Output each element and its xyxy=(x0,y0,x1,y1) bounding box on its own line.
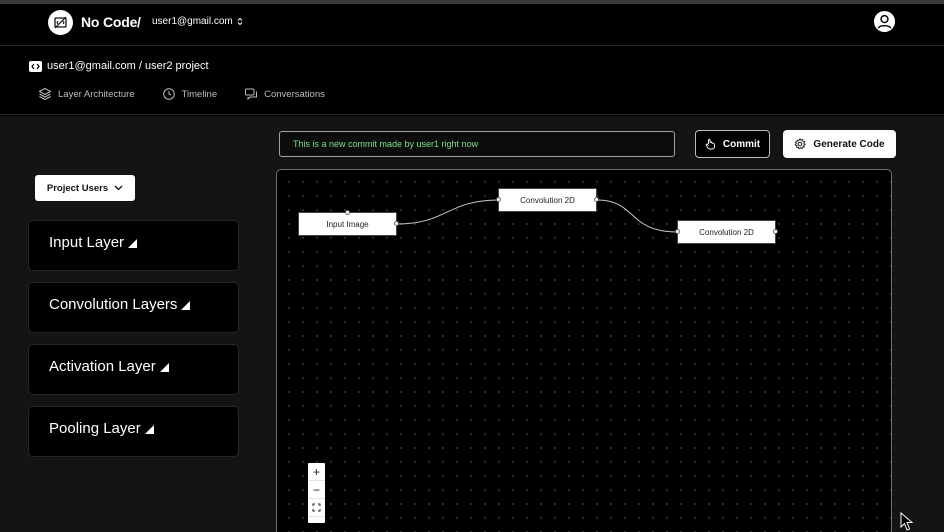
project-users-label: Project Users xyxy=(46,182,109,194)
fit-view-icon xyxy=(312,503,321,512)
expand-triangle-icon xyxy=(181,301,191,310)
plus-icon: + xyxy=(312,464,320,479)
mouse-cursor-icon xyxy=(900,512,914,531)
no-code-logo-icon[interactable] xyxy=(48,10,73,35)
tab-bar: Layer Architecture Timeline Conversation… xyxy=(38,87,325,101)
expand-triangle-icon xyxy=(159,363,169,372)
layer-card-label: Input Layer xyxy=(49,234,138,251)
zoom-in-button[interactable]: + xyxy=(308,463,325,481)
layer-card-convolution[interactable]: Convolution Layers xyxy=(28,282,239,333)
lock-button[interactable] xyxy=(308,517,325,523)
tab-conversations[interactable]: Conversations xyxy=(244,87,325,101)
layers-icon xyxy=(38,87,52,101)
hand-pointer-icon xyxy=(705,138,715,150)
user-avatar-icon[interactable] xyxy=(873,10,896,33)
gear-icon xyxy=(794,138,807,150)
layer-card-activation[interactable]: Activation Layer xyxy=(28,344,239,395)
node-label: Convolution 2D xyxy=(699,227,754,237)
flow-node-input-image[interactable]: Input Image xyxy=(298,210,399,236)
commit-message-input[interactable] xyxy=(279,131,675,157)
layer-card-label: Activation Layer xyxy=(49,358,169,375)
commit-button[interactable]: Commit xyxy=(695,130,770,158)
layer-card-label: Convolution Layers xyxy=(49,296,191,313)
expand-triangle-icon xyxy=(128,239,138,248)
breadcrumb-text[interactable]: user1@gmail.com / user2 project xyxy=(47,60,209,72)
chevron-updown-icon xyxy=(237,17,243,26)
app-title: No Code xyxy=(81,14,138,30)
chevron-down-icon xyxy=(114,185,123,191)
title-separator: / xyxy=(137,14,141,30)
project-header: user1@gmail.com / user2 project Layer Ar… xyxy=(0,47,944,115)
generate-code-button[interactable]: Generate Code xyxy=(783,130,896,158)
commit-label: Commit xyxy=(722,138,761,150)
flow-node-convolution-2d[interactable]: Convolution 2D xyxy=(496,188,599,212)
tab-layer-architecture[interactable]: Layer Architecture xyxy=(38,87,135,101)
layer-card-label: Pooling Layer xyxy=(49,420,154,437)
node-label: Convolution 2D xyxy=(520,195,575,205)
workspace: Project Users Input Layer Convolution La… xyxy=(0,116,944,532)
fit-view-button[interactable] xyxy=(308,499,325,517)
zoom-out-button[interactable]: − xyxy=(308,481,325,499)
breadcrumb: user1@gmail.com / user2 project xyxy=(29,60,209,72)
app-header: No Code / user1@gmail.com xyxy=(0,4,944,46)
flow-node-convolution-2d[interactable]: Convolution 2D xyxy=(675,220,778,244)
edge-conv1-conv2 xyxy=(596,199,679,233)
code-icon xyxy=(29,60,42,72)
tab-label: Conversations xyxy=(264,88,325,100)
tab-label: Timeline xyxy=(181,88,218,100)
account-email: user1@gmail.com xyxy=(152,16,233,27)
node-label: Input Image xyxy=(326,219,369,229)
project-users-dropdown[interactable]: Project Users xyxy=(35,175,135,201)
layer-card-input[interactable]: Input Layer xyxy=(28,220,239,271)
account-switcher[interactable]: user1@gmail.com xyxy=(152,16,243,27)
generate-code-label: Generate Code xyxy=(813,138,885,150)
clock-icon xyxy=(162,88,175,100)
flow-controls: + − xyxy=(308,463,325,523)
node-handle-right[interactable] xyxy=(773,229,778,234)
minus-icon: − xyxy=(312,482,320,497)
flow-canvas[interactable]: Input Image Convolution 2D Convolution 2… xyxy=(276,169,892,532)
layer-card-pooling[interactable]: Pooling Layer xyxy=(28,406,239,457)
tab-timeline[interactable]: Timeline xyxy=(162,87,218,101)
node-handle-right[interactable] xyxy=(594,197,599,202)
node-handle-right[interactable] xyxy=(394,221,399,226)
node-handle-top[interactable] xyxy=(344,210,350,215)
node-handle-left[interactable] xyxy=(496,197,501,202)
tab-label: Layer Architecture xyxy=(58,88,135,100)
node-handle-left[interactable] xyxy=(675,229,680,234)
chat-icon xyxy=(245,88,258,101)
expand-triangle-icon xyxy=(144,425,154,434)
edge-input-conv1 xyxy=(396,199,500,225)
